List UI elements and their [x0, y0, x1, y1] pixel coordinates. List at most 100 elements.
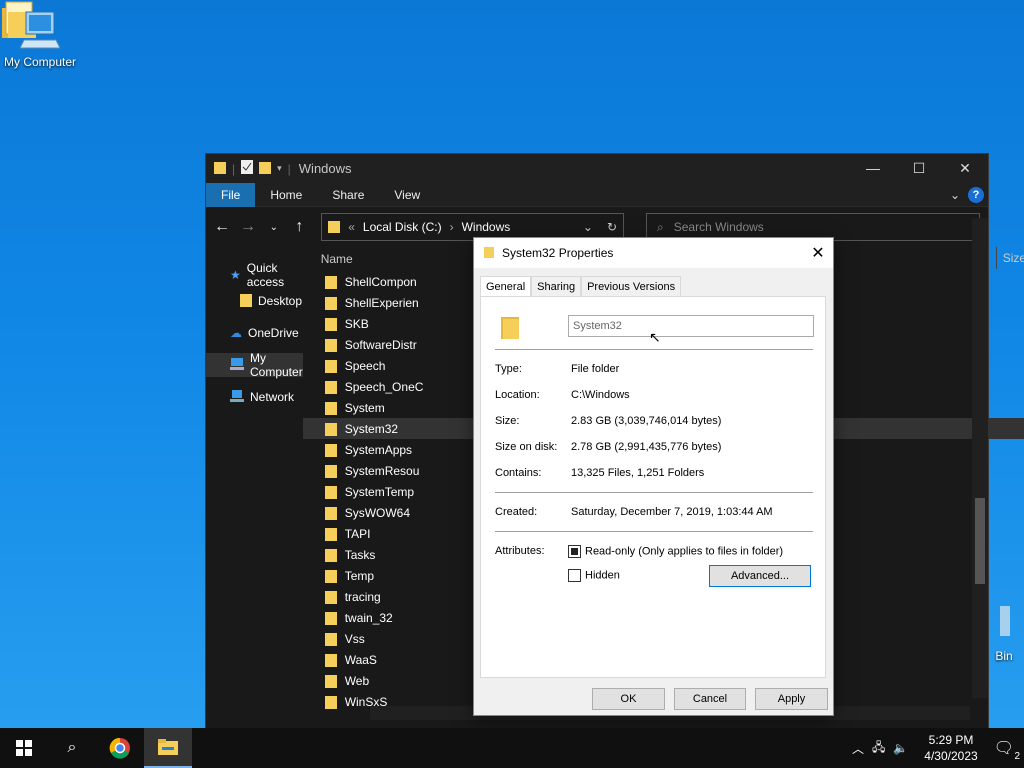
minimize-button[interactable]: —	[850, 160, 896, 177]
refresh-icon[interactable]: ↻	[607, 220, 617, 234]
advanced-button[interactable]: Advanced...	[709, 565, 811, 587]
search-placeholder: Search Windows	[673, 220, 764, 234]
chrome-taskbar-button[interactable]	[96, 728, 144, 768]
general-tab-panel: System32 ↖ Type: File folder Location: C:\…	[480, 296, 826, 678]
navigation-pane: ★ Quick access Desktop ☁ OneDrive My Com…	[206, 247, 303, 724]
up-button[interactable]: ↑	[292, 218, 308, 236]
my-computer-desktop-icon[interactable]: My Computer	[0, 8, 80, 69]
search-icon: ⌕	[67, 739, 77, 756]
file-name: WaaS	[344, 652, 377, 667]
ribbon-tab-file[interactable]: File	[206, 182, 256, 207]
folder-icon	[324, 632, 337, 646]
clock[interactable]: 5:29 PM 4/30/2023	[916, 732, 985, 764]
help-icon[interactable]: ?	[968, 186, 984, 203]
file-name: Tasks	[344, 547, 376, 562]
volume-icon[interactable]: 🔈	[893, 741, 908, 755]
ribbon-tab-home[interactable]: Home	[255, 183, 317, 207]
ribbon-tab-share[interactable]: Share	[317, 183, 379, 207]
file-name: Web	[344, 673, 370, 688]
explorer-titlebar: | ▾ | Windows — ☐ ✕	[206, 154, 988, 183]
nav-item-desktop[interactable]: Desktop	[206, 289, 303, 313]
address-dropdown-icon[interactable]: ⌄	[583, 220, 593, 234]
customize-quick-access-icon[interactable]: ▾	[277, 163, 282, 174]
windows-logo-icon	[16, 740, 32, 756]
tab-sharing[interactable]: Sharing	[531, 276, 582, 297]
forward-button[interactable]: →	[240, 218, 256, 236]
folder-icon	[324, 674, 337, 688]
mouse-cursor-icon: ↖	[649, 329, 661, 345]
folder-icon	[158, 739, 178, 755]
nav-item-my-computer[interactable]: My Computer	[206, 351, 303, 379]
dialog-close-button[interactable]: ✕	[803, 243, 833, 263]
folder-icon	[324, 485, 337, 499]
folder-icon	[324, 380, 337, 394]
folder-icon	[324, 422, 337, 436]
nav-item-network[interactable]: Network	[206, 385, 303, 409]
new-folder-icon[interactable]	[259, 160, 272, 177]
file-name: SysWOW64	[344, 505, 411, 520]
prop-size-on-disk: Size on disk: 2.78 GB (2,991,435,776 byte…	[495, 441, 722, 453]
prop-attributes: Attributes:	[495, 545, 545, 557]
column-size[interactable]: Size	[1003, 251, 1024, 265]
system-tray: ︿ 🖧 🔈 5:29 PM 4/30/2023 🗨 2	[852, 732, 1024, 764]
folder-icon	[324, 296, 337, 310]
nav-label: OneDrive	[248, 326, 299, 340]
file-name: tracing	[344, 589, 381, 604]
recent-locations-icon[interactable]: ⌄	[266, 222, 282, 233]
readonly-label: Read-only (Only applies to files in fold…	[585, 545, 784, 558]
file-name: Vss	[344, 631, 365, 646]
vertical-scrollbar[interactable]	[972, 218, 988, 698]
ok-button[interactable]: OK	[592, 688, 665, 710]
show-hidden-icons-icon[interactable]: ︿	[852, 740, 864, 757]
readonly-checkbox[interactable]: Read-only (Only applies to files in fold…	[568, 545, 783, 558]
cancel-button[interactable]: Cancel	[674, 688, 746, 710]
nav-item-onedrive[interactable]: ☁ OneDrive	[206, 321, 303, 345]
properties-icon[interactable]	[241, 160, 254, 177]
dialog-titlebar: System32 Properties ✕	[474, 238, 833, 268]
clock-time: 5:29 PM	[928, 733, 974, 747]
hidden-checkbox[interactable]: Hidden	[568, 569, 620, 582]
folder-name-input[interactable]: System32	[568, 315, 814, 337]
folder-icon	[324, 443, 337, 457]
folder-icon	[324, 548, 337, 562]
prop-location: Location: C:\Windows	[495, 389, 630, 401]
file-name: SoftwareDistr	[344, 337, 417, 352]
nav-label: Network	[250, 390, 295, 404]
file-explorer-taskbar-button[interactable]	[144, 728, 192, 768]
file-name: SystemApps	[344, 442, 413, 457]
folder-icon	[324, 275, 337, 289]
tab-general[interactable]: General	[480, 276, 532, 298]
search-button[interactable]: ⌕	[48, 728, 96, 768]
back-button[interactable]: ←	[214, 218, 230, 236]
column-divider	[995, 247, 997, 269]
cloud-icon: ☁	[230, 326, 242, 340]
folder-icon	[324, 590, 337, 604]
ribbon: File Home Share View ⌄ ?	[206, 182, 988, 207]
tab-previous-versions[interactable]: Previous Versions	[581, 276, 682, 297]
breadcrumb-windows[interactable]: Windows	[462, 220, 511, 234]
computer-icon	[19, 11, 61, 49]
file-name: TAPI	[344, 526, 371, 541]
prop-size: Size: 2.83 GB (3,039,746,014 bytes)	[495, 415, 722, 427]
prop-contains: Contains: 13,325 Files, 1,251 Folders	[495, 467, 705, 479]
close-button[interactable]: ✕	[942, 160, 988, 177]
apply-button[interactable]: Apply	[755, 688, 828, 710]
file-name: Temp	[344, 568, 375, 583]
expand-ribbon-icon[interactable]: ⌄	[950, 188, 960, 202]
notifications-icon[interactable]: 🗨 2	[994, 738, 1020, 762]
column-name[interactable]: Name	[321, 252, 353, 266]
ribbon-tab-view[interactable]: View	[379, 183, 435, 207]
start-button[interactable]	[0, 728, 48, 768]
maximize-button[interactable]: ☐	[896, 160, 942, 177]
scroll-thumb[interactable]	[975, 498, 985, 584]
computer-icon	[230, 357, 244, 373]
star-icon: ★	[230, 268, 241, 282]
folder-icon	[324, 401, 337, 415]
folder-icon	[324, 569, 337, 583]
hidden-checkbox-box[interactable]	[568, 569, 581, 582]
network-icon[interactable]: 🖧	[872, 738, 885, 759]
nav-item-quick-access[interactable]: ★ Quick access	[206, 261, 303, 289]
breadcrumb-local-disk[interactable]: Local Disk (C:)	[363, 220, 442, 234]
readonly-checkbox-box[interactable]	[568, 545, 581, 558]
my-computer-label: My Computer	[3, 55, 77, 69]
